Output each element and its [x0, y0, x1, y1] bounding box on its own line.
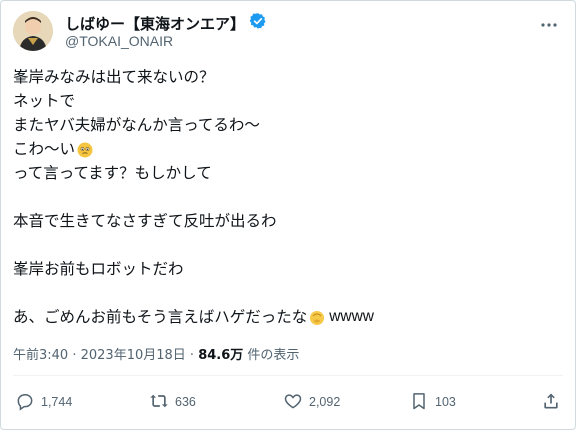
reply-button[interactable]: 1,744	[15, 391, 72, 414]
post-line: 峯岸みなみは出て来ないの？	[13, 68, 215, 86]
share-icon	[541, 391, 561, 414]
bookmark-count: 103	[435, 395, 456, 409]
author-display-name[interactable]: しばゆー【東海オンエア】	[65, 13, 245, 34]
like-count: 2,092	[309, 395, 341, 409]
post-line: ネットで	[13, 92, 76, 110]
repost-button[interactable]: 636	[149, 391, 196, 414]
post-header: しばゆー【東海オンエア】 @TOKAI_ONAIR	[13, 11, 565, 51]
action-bar: 1,744 636 2,092 103	[13, 387, 563, 417]
post-line: こわ〜い	[13, 137, 563, 161]
person-bowing-emoji-icon	[309, 309, 325, 325]
like-button[interactable]: 2,092	[283, 391, 340, 414]
post-line: 峯岸お前もロボットだわ	[13, 260, 184, 278]
share-button[interactable]	[541, 391, 561, 414]
reply-count: 1,744	[41, 395, 73, 409]
heart-icon	[283, 391, 303, 414]
fearful-face-emoji-icon	[77, 141, 93, 158]
more-options-icon[interactable]	[539, 15, 559, 39]
post-card: しばゆー【東海オンエア】 @TOKAI_ONAIR 峯岸みなみは出て来ないの？ …	[0, 0, 576, 430]
post-text: 峯岸みなみは出て来ないの？ ネットで またヤバ夫婦がなんか言ってるわ〜 こわ〜い…	[13, 65, 563, 329]
post-meta: 午前3:40 · 2023年10月18日 · 84.6万 件の表示	[13, 348, 300, 363]
avatar[interactable]	[13, 11, 53, 51]
reply-icon	[15, 391, 35, 414]
repost-icon	[149, 391, 169, 414]
bookmark-button[interactable]: 103	[409, 391, 456, 414]
post-line: 本音で生きてなさすぎて反吐が出るわ	[13, 212, 277, 230]
post-date[interactable]: 2023年10月18日	[81, 348, 186, 363]
view-count: 84.6万	[198, 348, 244, 363]
post-line: またヤバ夫婦がなんか言ってるわ〜	[13, 116, 260, 134]
repost-count: 636	[175, 395, 196, 409]
post-line: って言ってます？もしかして	[13, 164, 212, 182]
author-handle[interactable]: @TOKAI_ONAIR	[65, 33, 173, 49]
post-line: あ、ごめんお前もそう言えばハゲだったな wwww	[13, 308, 374, 326]
post-time[interactable]: 午前3:40	[13, 348, 68, 363]
divider	[13, 375, 563, 376]
verified-badge-icon	[249, 12, 267, 34]
bookmark-icon	[409, 391, 429, 414]
